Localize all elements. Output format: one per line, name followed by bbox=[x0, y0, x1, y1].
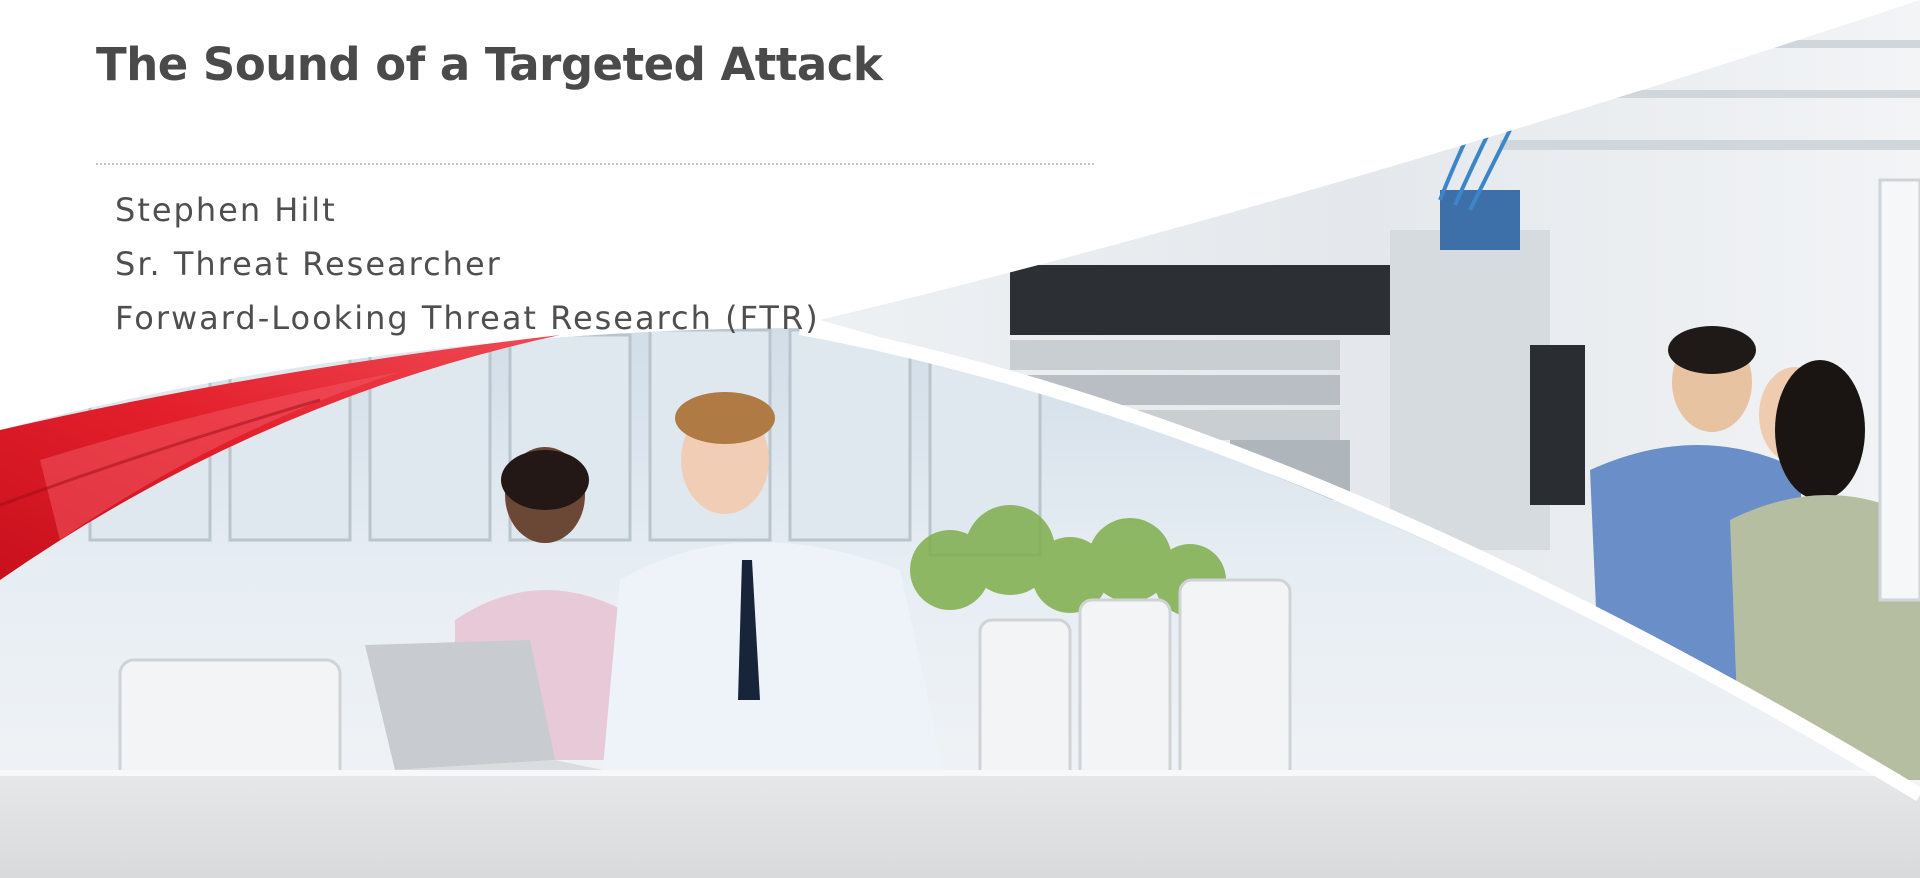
presenter-team: Forward-Looking Threat Research (FTR) bbox=[115, 299, 820, 337]
presenter-info: Stephen Hilt Sr. Threat Researcher Forwa… bbox=[115, 188, 820, 350]
background-artwork bbox=[0, 0, 1920, 878]
slide-title: The Sound of a Targeted Attack bbox=[96, 38, 883, 91]
title-divider bbox=[96, 163, 1094, 165]
presenter-name: Stephen Hilt bbox=[115, 191, 337, 229]
title-slide: The Sound of a Targeted Attack Stephen H… bbox=[0, 0, 1920, 878]
presenter-role: Sr. Threat Researcher bbox=[115, 245, 502, 283]
